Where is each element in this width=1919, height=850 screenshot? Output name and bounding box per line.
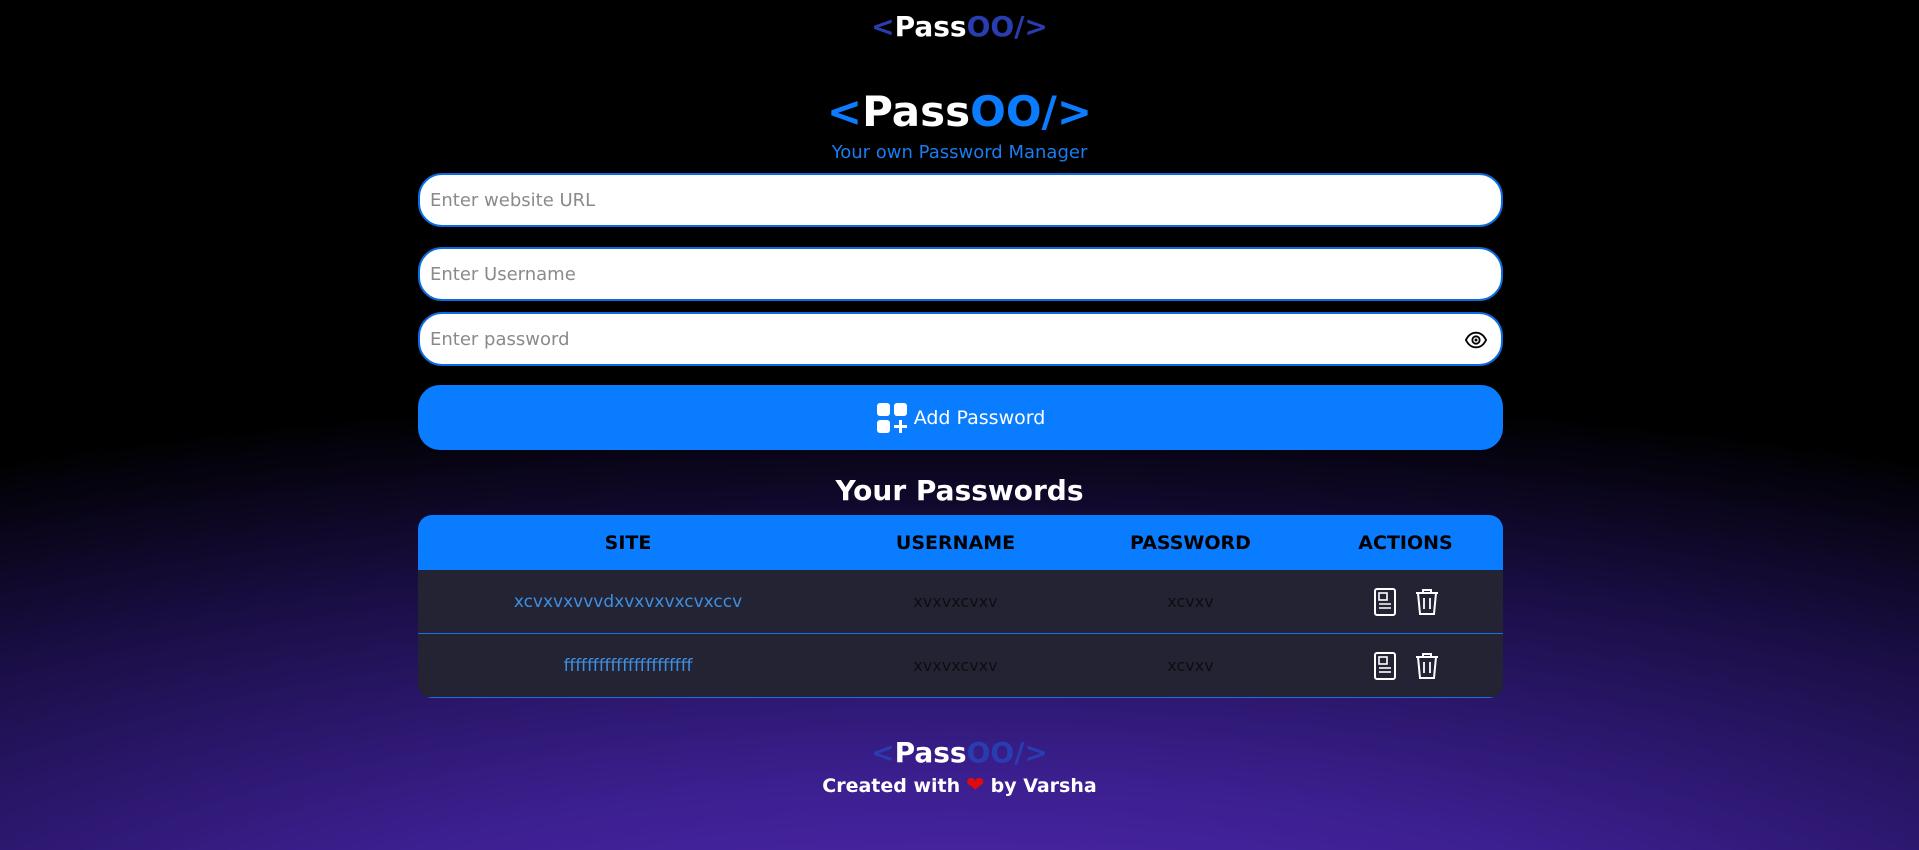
table-header: SITE USERNAME PASSWORD ACTIONS [418, 515, 1503, 570]
site-field [418, 173, 1503, 227]
copy-document-icon[interactable] [1371, 587, 1399, 617]
trash-icon[interactable] [1413, 651, 1441, 681]
hero-logo: <PassOO/> [0, 88, 1919, 136]
add-grid-icon [876, 402, 907, 433]
username-cell: xvxvxcvxv [913, 656, 998, 675]
hero: <PassOO/> Your own Password Manager [0, 88, 1919, 164]
logo-bracket-close: /> [1041, 87, 1093, 136]
logo-pass: Pass [862, 87, 971, 136]
table-row: ffffffffffffffffffffff xvxvxcvxv xcvxv [418, 634, 1503, 698]
logo-pass: Pass [894, 736, 967, 769]
password-cell: xcvxv [1167, 592, 1214, 611]
column-header-actions: ACTIONS [1358, 531, 1453, 554]
row-actions [1308, 651, 1503, 681]
column-header-password: PASSWORD [1130, 531, 1251, 554]
column-header-username: USERNAME [895, 531, 1016, 554]
navbar-logo[interactable]: <PassOO/> [871, 10, 1048, 43]
logo-bracket-open: < [871, 736, 895, 769]
add-password-button[interactable]: Add Password [418, 385, 1503, 450]
copy-document-icon[interactable] [1371, 651, 1399, 681]
row-actions [1308, 587, 1503, 617]
username-cell: xvxvxcvxv [913, 592, 998, 611]
column-header-site: SITE [604, 531, 652, 554]
username-field [418, 247, 1503, 301]
navbar: <PassOO/> [0, 10, 1919, 43]
logo-bracket-open: < [871, 10, 895, 43]
tagline: Your own Password Manager [831, 142, 1088, 163]
heart-icon: ❤ [966, 773, 985, 798]
credit-text-before: Created with [822, 774, 961, 797]
footer: <PassOO/> Created with ❤ by Varsha [0, 736, 1919, 798]
logo-oo: OO [966, 10, 1015, 43]
footer-logo: <PassOO/> [0, 736, 1919, 769]
logo-bracket-open: < [826, 87, 863, 136]
trash-icon[interactable] [1413, 587, 1441, 617]
site-input[interactable] [420, 189, 1501, 211]
password-field [418, 312, 1503, 366]
logo-pass: Pass [894, 10, 967, 43]
logo-bracket-close: /> [1014, 10, 1048, 43]
password-input[interactable] [420, 328, 1501, 350]
logo-oo: OO [966, 736, 1015, 769]
site-link[interactable]: ffffffffffffffffffffff [564, 656, 693, 676]
credit-text-after: by Varsha [990, 774, 1097, 797]
your-passwords-title: Your Passwords [835, 474, 1084, 507]
username-input[interactable] [420, 263, 1501, 285]
add-password-label: Add Password [913, 406, 1046, 429]
table-row: xcvxvxvvvdxvxvxvxcvxccv xvxvxcvxv xcvxv [418, 570, 1503, 634]
logo-bracket-close: /> [1014, 736, 1048, 769]
eye-icon[interactable] [1465, 329, 1487, 351]
footer-credit: Created with ❤ by Varsha [0, 773, 1919, 798]
logo-oo: OO [970, 87, 1042, 136]
site-link[interactable]: xcvxvxvvvdxvxvxvxcvxccv [514, 592, 742, 612]
password-cell: xcvxv [1167, 656, 1214, 675]
passwords-table: SITE USERNAME PASSWORD ACTIONS xcvxvxvvv… [418, 515, 1503, 698]
